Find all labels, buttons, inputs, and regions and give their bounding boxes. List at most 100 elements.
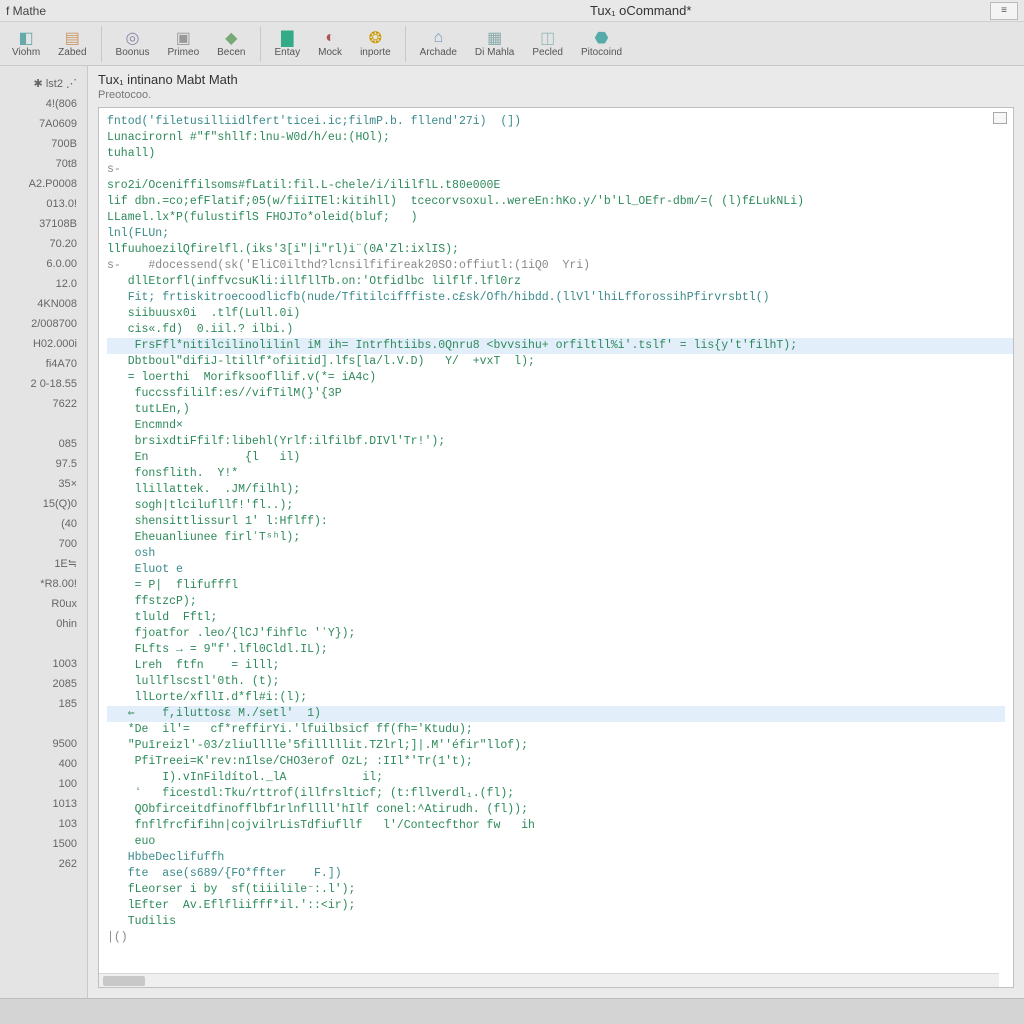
window-collapse-button[interactable]: ≡ [990, 2, 1018, 20]
code-line: I).vInFildítol._lA il; [107, 770, 1005, 786]
sidebar-item[interactable]: 12.0 [0, 274, 87, 294]
sidebar-item[interactable]: 700 [0, 534, 87, 554]
code-line: ʻ ficestdl:Tku/rttrof(illfrslticf; (t:fl… [107, 786, 1005, 802]
sidebar-item[interactable]: 70.20 [0, 234, 87, 254]
toolbar-boonus[interactable]: ◎Boonus [108, 27, 158, 60]
sidebar-item[interactable]: A2.P0008 [0, 174, 87, 194]
sidebar-item[interactable]: 1003 [0, 654, 87, 674]
code-line: llillattek. .JM/filhl); [107, 482, 1005, 498]
toolbar-separator [101, 26, 102, 62]
sidebar-item[interactable]: 37108B [0, 214, 87, 234]
toolbar-primeo[interactable]: ▣Primeo [159, 27, 207, 60]
code-line: osh [107, 546, 1005, 562]
code-line: FLfts → = 9"f'.lfl0Cldl.IL); [107, 642, 1005, 658]
code-line: Lunacirornl #"f"shllf:lnu-W0d/h/eu:(HOl)… [107, 130, 1005, 146]
sidebar-item[interactable]: 97.5 [0, 454, 87, 474]
viohm-icon: ◧ [17, 29, 35, 47]
sidebar-item[interactable]: H02.000i [0, 334, 87, 354]
sidebar-item[interactable]: 185 [0, 694, 87, 714]
toolbar-pecled[interactable]: ◫Pecled [524, 27, 571, 60]
toolbar-button-label: inporte [360, 47, 391, 58]
sidebar-item[interactable]: 35× [0, 474, 87, 494]
code-line: lullflscstl'0th. (t); [107, 674, 1005, 690]
sidebar-item[interactable]: 400 [0, 754, 87, 774]
sidebar-item[interactable]: *R8.00! [0, 574, 87, 594]
sidebar-item[interactable] [0, 414, 87, 434]
primeo-icon: ▣ [174, 29, 192, 47]
sidebar-item[interactable]: (40 [0, 514, 87, 534]
code-line: ffstzcP); [107, 594, 1005, 610]
code-line: Encmnd× [107, 418, 1005, 434]
sidebar-item[interactable]: 6.0.00 [0, 254, 87, 274]
code-line: = loerthi Morifksoofllif.v(*= iA4c) [107, 370, 1005, 386]
archade-icon: ⌂ [429, 29, 447, 47]
scroll-thumb[interactable] [103, 976, 145, 986]
sidebar-item[interactable] [0, 634, 87, 654]
toolbar-zabed[interactable]: ▤Zabed [50, 27, 94, 60]
sidebar-item[interactable]: fi4A70 [0, 354, 87, 374]
sidebar-item[interactable]: 262 [0, 854, 87, 874]
sidebar-item[interactable]: 2085 [0, 674, 87, 694]
sidebar-item[interactable]: 15(Q)0 [0, 494, 87, 514]
sidebar-item[interactable]: 4!(806 [0, 94, 87, 114]
code-line: l{t}[],;.f1If;Ti!'=([}f;i!.i^B:v.Al:/ili… [1005, 338, 1013, 354]
horizontal-scrollbar[interactable] [99, 973, 999, 987]
sidebar-item[interactable]: 100 [0, 774, 87, 794]
toolbar-inporte[interactable]: ❂inporte [352, 27, 399, 60]
code-line: "Puīreizl'-03/zliulllle'5filllllit.TZlrl… [107, 738, 1005, 754]
sidebar-item[interactable]: ✱ lst2 ⋰ [0, 74, 87, 94]
sidebar-item[interactable]: 085 [0, 434, 87, 454]
sidebar-item[interactable]: 2/008700 [0, 314, 87, 334]
code-line: fLeorser i by sf(tiiilile⁻:.l'); [107, 882, 1005, 898]
sidebar-item[interactable]: 1E≒ [0, 554, 87, 574]
code-line: fntod('filetusilliidlfert'ticei.ic;filmP… [107, 114, 1005, 130]
sidebar-item[interactable]: 4KN008 [0, 294, 87, 314]
code-editor[interactable]: fntod('filetusilliidlfert'ticei.ic;filmP… [99, 108, 1013, 987]
editor-panel: fntod('filetusilliidlfert'ticei.ic;filmP… [98, 107, 1014, 988]
code-line: Eluot e [107, 562, 1005, 578]
code-line: fnflfrcfifihn|cojvilrLisTdfiufllf l'/Con… [107, 818, 1005, 834]
toolbar-button-label: Zabed [58, 47, 86, 58]
sidebar-item[interactable]: 7622 [0, 394, 87, 414]
sidebar-item[interactable]: 1500 [0, 834, 87, 854]
code-line: Fit; frtiskitroecoodlicfb(nude/Tfitilcif… [107, 290, 1005, 306]
toolbar-pitocoind[interactable]: ⬣Pitocoind [573, 27, 630, 60]
toolbar-becen[interactable]: ◆Becen [209, 27, 253, 60]
code-line: Eheuanliunee firlʼTˢʰl); [107, 530, 1005, 546]
code-line: En {l il) [107, 450, 1005, 466]
zabed-icon: ▤ [63, 29, 81, 47]
sidebar-item[interactable]: 700B [0, 134, 87, 154]
code-line: tuhall) [107, 146, 1005, 162]
sidebar-item[interactable]: 70t8 [0, 154, 87, 174]
sidebar-item[interactable]: R0ux [0, 594, 87, 614]
code-line: lif dbn.=co;efFlatif;05(w/fiiITEl:kitihl… [107, 194, 1005, 210]
toolbar-button-label: Primeo [167, 47, 199, 58]
toolbar-di-mahla[interactable]: ▦Di Mahla [467, 27, 522, 60]
sidebar-item[interactable]: 7A0609 [0, 114, 87, 134]
statusbar [0, 998, 1024, 1024]
code-line: fuccssfililf:es//vifTilM(}'{3P [107, 386, 1005, 402]
pecled-icon: ◫ [539, 29, 557, 47]
becen-icon: ◆ [222, 29, 240, 47]
sidebar-item[interactable]: 013.0! [0, 194, 87, 214]
code-line: fonsflith. Y!* [107, 466, 1005, 482]
sidebar-item[interactable]: 9500 [0, 734, 87, 754]
toolbar-viohm[interactable]: ◧Viohm [4, 27, 48, 60]
code-line: siibuusx0i .tlf(Lull.0i) [107, 306, 1005, 322]
code-line: dllEtorfl(inffvcsuKli:illfllTb.on:'Otfid… [107, 274, 1005, 290]
sidebar-item[interactable]: 1013 [0, 794, 87, 814]
sidebar-item[interactable] [0, 714, 87, 734]
code-line: Lreh ftfn = illl; [107, 658, 1005, 674]
sidebar-item[interactable]: 103 [0, 814, 87, 834]
toolbar-button-label: Entay [275, 47, 301, 58]
sidebar-item[interactable]: 2 0-18.55 [0, 374, 87, 394]
boonus-icon: ◎ [123, 29, 141, 47]
toolbar-mock[interactable]: ◐Mock [310, 27, 350, 60]
toolbar-archade[interactable]: ⌂Archade [412, 27, 465, 60]
sidebar-item[interactable]: 0hin [0, 614, 87, 634]
toolbar-button-label: Viohm [12, 47, 40, 58]
toolbar-entay[interactable]: ▇Entay [267, 27, 309, 60]
code-line: euo [107, 834, 1005, 850]
code-line: ⇐ f,iluttosε M./setl' 1) [107, 706, 1005, 722]
inporte-icon: ❂ [366, 29, 384, 47]
